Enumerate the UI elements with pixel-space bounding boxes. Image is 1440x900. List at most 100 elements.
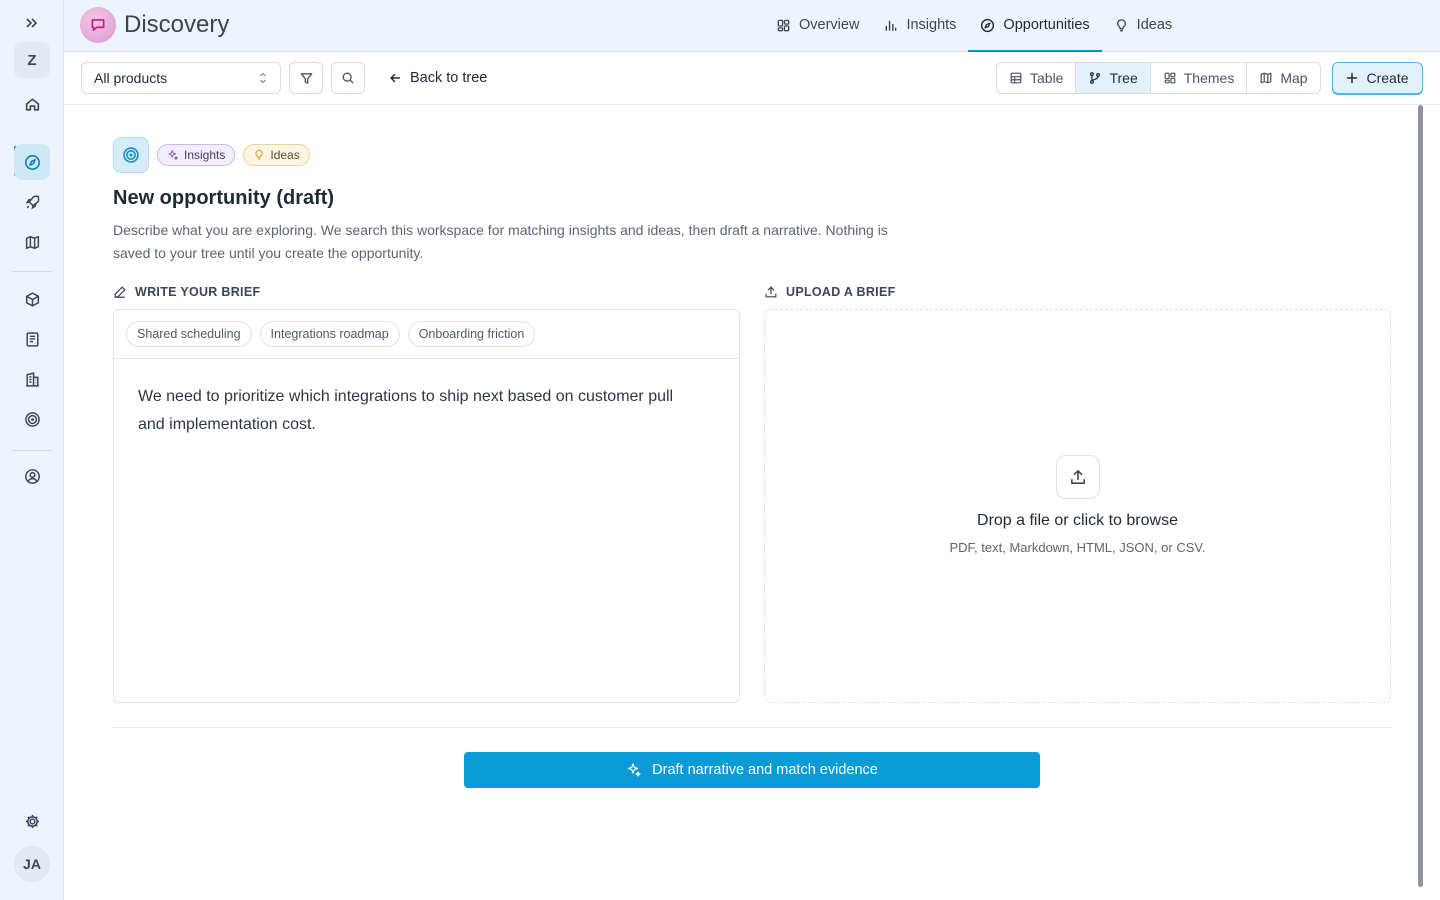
section-divider: [113, 727, 1391, 728]
page-title: New opportunity (draft): [113, 187, 335, 209]
tab-opportunities-label: Opportunities: [1003, 17, 1090, 33]
view-table-label: Table: [1030, 70, 1064, 86]
search-button[interactable]: [331, 62, 365, 94]
filter-icon: [300, 72, 312, 84]
view-themes-button[interactable]: Themes: [1151, 63, 1248, 93]
left-rail: Z JA: [0, 0, 64, 900]
notes-button[interactable]: [14, 321, 50, 357]
file-dropzone[interactable]: Drop a file or click to browse PDF, text…: [764, 309, 1391, 703]
tab-ideas[interactable]: Ideas: [1102, 0, 1184, 52]
brief-editor: Shared scheduling Integrations roadmap O…: [113, 309, 740, 703]
app-brand: Discovery: [80, 7, 229, 43]
goals-button[interactable]: [14, 401, 50, 437]
tab-ideas-label: Ideas: [1136, 17, 1173, 33]
product-filter-select[interactable]: All products: [81, 62, 281, 94]
target-icon: [113, 137, 149, 173]
upload-icon: [1056, 455, 1100, 499]
home-icon: [25, 97, 39, 111]
plus-icon: [1347, 72, 1358, 84]
dropzone-title: Drop a file or click to browse: [977, 512, 1178, 529]
view-map-button[interactable]: Map: [1247, 63, 1319, 93]
draft-narrative-button[interactable]: Draft narrative and match evidence: [464, 752, 1040, 788]
view-switcher: Table Tree Themes Map: [996, 62, 1321, 94]
sparkles-icon: [628, 763, 641, 777]
suggestion-chip[interactable]: Shared scheduling: [126, 321, 252, 347]
expand-sidebar-button[interactable]: [14, 5, 50, 41]
products-button[interactable]: [14, 281, 50, 317]
main-nav: Overview Insights Opportunities Ideas: [764, 0, 1184, 52]
settings-button[interactable]: [14, 803, 50, 839]
bar-chart-icon: [886, 20, 897, 31]
back-to-tree-label: Back to tree: [410, 70, 488, 86]
sparkles-icon: [168, 150, 178, 160]
tab-overview[interactable]: Overview: [764, 0, 871, 52]
target-icon: [24, 411, 40, 427]
search-icon: [342, 72, 354, 84]
view-tree-button[interactable]: Tree: [1076, 63, 1151, 93]
upload-icon: [765, 286, 777, 298]
chat-bubble-icon: [80, 7, 116, 43]
view-map-label: Map: [1280, 70, 1308, 86]
companies-button[interactable]: [14, 361, 50, 397]
table-icon: [1010, 72, 1022, 84]
upload-brief-heading: UPLOAD A BRIEF: [764, 285, 896, 299]
user-avatar[interactable]: JA: [14, 846, 50, 882]
filter-button[interactable]: [289, 62, 323, 94]
toolbar: All products Back to tree Table Tree The…: [64, 52, 1440, 105]
map-icon: [25, 235, 39, 249]
top-header: Discovery Overview Insights Opportunitie…: [64, 0, 1440, 52]
draft-narrative-label: Draft narrative and match evidence: [652, 762, 878, 778]
discovery-button[interactable]: [14, 144, 50, 180]
cube-icon: [25, 291, 39, 307]
dropzone-subtitle: PDF, text, Markdown, HTML, JSON, or CSV.: [949, 540, 1206, 555]
lightbulb-icon: [255, 149, 263, 160]
create-button[interactable]: Create: [1332, 62, 1423, 94]
upload-brief-label: UPLOAD A BRIEF: [786, 285, 896, 299]
arrow-left-icon: [390, 73, 401, 83]
tab-insights[interactable]: Insights: [871, 0, 968, 52]
rail-divider: [12, 450, 52, 451]
app-title: Discovery: [124, 11, 230, 38]
page-description: Describe what you are exploring. We sear…: [113, 222, 888, 261]
view-tree-label: Tree: [1109, 70, 1138, 86]
launch-button[interactable]: [14, 184, 50, 220]
suggestion-chip[interactable]: Onboarding friction: [407, 321, 536, 347]
ideas-chip: Ideas: [243, 144, 310, 166]
product-filter-value: All products: [94, 70, 168, 86]
brief-suggestions: Shared scheduling Integrations roadmap O…: [114, 310, 739, 359]
tab-insights-label: Insights: [906, 17, 957, 33]
ideas-chip-label: Ideas: [270, 148, 300, 162]
git-branch-icon: [1090, 72, 1101, 84]
create-label: Create: [1366, 70, 1409, 86]
tab-opportunities[interactable]: Opportunities: [968, 0, 1102, 52]
view-table-button[interactable]: Table: [997, 63, 1077, 93]
rocket-icon: [25, 195, 39, 209]
main-panel: Insights Ideas New opportunity (draft) D…: [64, 105, 1440, 900]
roadmap-button[interactable]: [14, 224, 50, 260]
rail-divider: [12, 271, 52, 272]
chevron-up-down-icon: [260, 72, 266, 84]
building-icon: [25, 371, 39, 387]
user-circle-icon: [24, 468, 40, 484]
lightbulb-icon: [1116, 18, 1126, 31]
gear-icon: [25, 814, 39, 828]
compass-icon: [981, 18, 995, 32]
compass-icon: [24, 154, 40, 170]
home-button[interactable]: [14, 86, 50, 122]
workspace-switcher[interactable]: Z: [14, 42, 50, 78]
pencil-icon: [114, 286, 126, 298]
view-themes-label: Themes: [1183, 70, 1235, 86]
people-button[interactable]: [14, 458, 50, 494]
insights-chip: Insights: [157, 144, 236, 166]
scrollbar[interactable]: [1418, 105, 1423, 887]
chevrons-right-icon: [26, 18, 38, 28]
back-to-tree-link[interactable]: Back to tree: [388, 62, 487, 94]
dashboard-icon: [777, 19, 790, 31]
draft-chips: Insights Ideas: [113, 137, 310, 173]
brief-textarea[interactable]: We need to prioritize which integrations…: [114, 359, 704, 463]
tab-overview-label: Overview: [799, 17, 860, 33]
insights-chip-label: Insights: [184, 148, 226, 162]
layout-grid-icon: [1164, 72, 1176, 84]
document-icon: [25, 331, 39, 347]
suggestion-chip[interactable]: Integrations roadmap: [259, 321, 400, 347]
